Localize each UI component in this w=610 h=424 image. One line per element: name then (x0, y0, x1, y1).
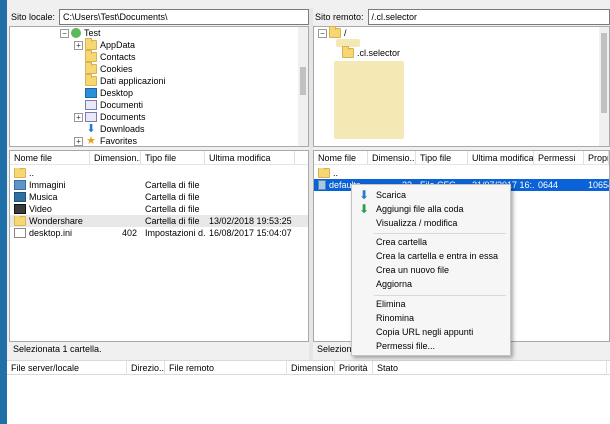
documents-icon (85, 112, 97, 122)
image-folder-icon (14, 180, 26, 190)
menu-item-create-folder[interactable]: Crea cartella (352, 235, 510, 249)
folder-icon (329, 26, 341, 38)
local-status: Selezionata 1 cartella. (13, 344, 102, 354)
tree-item-root[interactable]: − / (318, 26, 347, 39)
local-list-header: Nome file Dimension... Tipo file Ultima … (10, 150, 308, 165)
list-item[interactable]: .. (314, 167, 609, 179)
user-icon (71, 28, 81, 38)
column-header-size[interactable]: Dimensio... (368, 150, 416, 165)
local-file-list: Nome file Dimension... Tipo file Ultima … (9, 150, 309, 342)
column-header-type[interactable]: Tipo file (416, 150, 468, 165)
tree-item-cookies[interactable]: Cookies (85, 62, 133, 75)
desktop-icon (85, 88, 97, 98)
context-menu: ⬇ Scarica ⬇ Aggiungi file alla coda Visu… (351, 184, 511, 356)
list-item[interactable]: desktop.ini 402 Impostazioni d... 16/08/… (10, 227, 308, 239)
menu-item-create-enter-folder[interactable]: Crea la cartella e entra in essa (352, 249, 510, 263)
collapse-icon[interactable]: − (318, 28, 327, 38)
star-icon: ★ (86, 135, 96, 147)
column-header-size[interactable]: Dimension... (90, 150, 141, 165)
queue-header: File server/locale Direzio... File remot… (7, 360, 610, 375)
folder-icon (14, 168, 26, 178)
remote-list-header: Nome file Dimensio... Tipo file Ultima m… (314, 150, 609, 165)
music-folder-icon (14, 192, 26, 202)
folder-icon (85, 62, 97, 74)
remote-path-input[interactable]: /.cl.selector (367, 9, 610, 25)
tree-item-documents[interactable]: + Documents (74, 111, 146, 123)
menu-item-download[interactable]: ⬇ Scarica (352, 188, 510, 202)
queue-column-remote[interactable]: File remoto (165, 361, 287, 375)
scrollbar-thumb[interactable] (300, 67, 306, 95)
desktop-background-edge (0, 0, 7, 424)
column-header-modified[interactable]: Ultima modifica (468, 150, 534, 165)
menu-item-permissions[interactable]: Permessi file... (352, 339, 510, 353)
list-item[interactable]: Musica Cartella di file (10, 191, 308, 203)
tree-item-favorites[interactable]: + ★ Favorites (74, 135, 137, 147)
tree-item-appdata[interactable]: + AppData (74, 38, 135, 51)
queue-column-direction[interactable]: Direzio... (127, 361, 165, 375)
queue-column-status[interactable]: Stato (373, 361, 607, 375)
queue-column-local[interactable]: File server/locale (7, 361, 127, 375)
tree-item-desktop[interactable]: Desktop (85, 87, 133, 99)
column-header-name[interactable]: Nome file (314, 150, 368, 165)
expand-icon[interactable]: + (74, 40, 83, 50)
queue-column-size[interactable]: Dimensione (287, 361, 335, 375)
remote-tree-panel: − / .cl.selector (313, 26, 610, 147)
column-header-name[interactable]: Nome file (10, 150, 90, 165)
folder-icon (85, 38, 97, 50)
column-header-modified[interactable]: Ultima modifica (205, 150, 295, 165)
folder-icon (85, 74, 97, 86)
download-arrow-icon: ⬇ (358, 188, 370, 202)
download-icon: ⬇ (86, 123, 96, 135)
list-item-selected[interactable]: Wondershare Cartella di file 13/02/2018 … (10, 215, 308, 227)
tree-item-cl-selector[interactable]: .cl.selector (342, 46, 400, 59)
folder-icon (318, 168, 330, 178)
video-folder-icon (14, 204, 26, 214)
blurred-items (334, 61, 404, 139)
queue-body (7, 375, 610, 424)
menu-separator (374, 233, 506, 234)
menu-separator (374, 295, 506, 296)
list-item[interactable]: Immagini Cartella di file (10, 179, 308, 191)
config-file-icon (318, 180, 326, 190)
menu-item-create-file[interactable]: Crea un nuovo file (352, 263, 510, 277)
tree-item-downloads[interactable]: ⬇ Downloads (85, 123, 144, 135)
collapse-icon[interactable]: − (60, 28, 69, 38)
tree-item-documenti[interactable]: Documenti (85, 99, 143, 111)
local-site-label: Sito locale: (11, 12, 56, 22)
add-queue-icon: ⬇ (358, 202, 370, 216)
folder-icon (14, 216, 26, 226)
remote-tree-scrollbar[interactable] (599, 27, 609, 146)
documents-icon (85, 100, 97, 110)
column-header-type[interactable]: Tipo file (141, 150, 205, 165)
scrollbar-thumb[interactable] (601, 33, 607, 113)
local-tree-scrollbar[interactable] (298, 27, 308, 146)
list-item[interactable]: .. (10, 167, 308, 179)
vertical-splitter[interactable] (309, 8, 313, 360)
list-item[interactable]: Video Cartella di file (10, 203, 308, 215)
local-path-input[interactable]: C:\Users\Test\Documents\ (59, 9, 309, 25)
local-path-bar: Sito locale: C:\Users\Test\Documents\ (9, 8, 309, 26)
column-header-owner[interactable]: Propri (584, 150, 609, 165)
folder-icon (85, 50, 97, 62)
menu-item-refresh[interactable]: Aggiorna (352, 277, 510, 291)
expand-icon[interactable]: + (74, 136, 83, 146)
menu-item-rename[interactable]: Rinomina (352, 311, 510, 325)
menu-item-copy-url[interactable]: Copia URL negli appunti (352, 325, 510, 339)
local-tree-panel: − Test + AppData Contacts Cookies Dati a… (9, 26, 309, 147)
remote-site-label: Sito remoto: (315, 12, 364, 22)
column-header-permissions[interactable]: Permessi (534, 150, 584, 165)
tree-item-test[interactable]: − Test (60, 27, 101, 39)
remote-path-bar: Sito remoto: /.cl.selector (313, 8, 610, 26)
tree-item-dati-applicazioni[interactable]: Dati applicazioni (85, 74, 166, 87)
queue-column-priority[interactable]: Priorità (335, 361, 373, 375)
file-icon (14, 228, 26, 238)
folder-icon (342, 46, 354, 58)
menu-item-delete[interactable]: Elimina (352, 297, 510, 311)
expand-icon[interactable]: + (74, 112, 83, 122)
menu-item-view-edit[interactable]: Visualizza / modifica (352, 216, 510, 230)
tree-item-contacts[interactable]: Contacts (85, 50, 136, 63)
menu-item-add-to-queue[interactable]: ⬇ Aggiungi file alla coda (352, 202, 510, 216)
filezilla-window: Sito locale: C:\Users\Test\Documents\ Si… (0, 0, 610, 424)
